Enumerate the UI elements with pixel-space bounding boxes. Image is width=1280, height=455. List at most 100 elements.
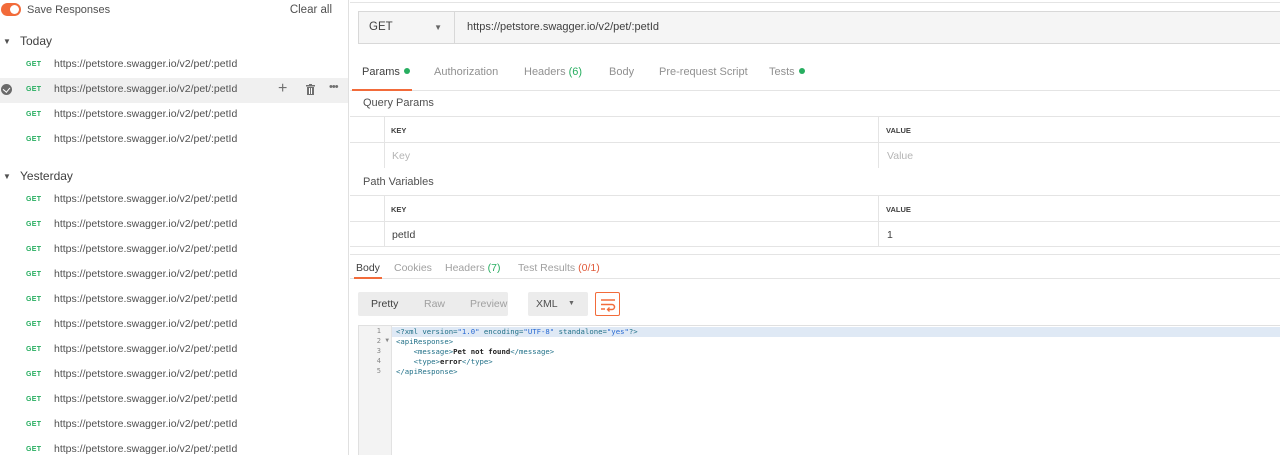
tab-authorization[interactable]: Authorization	[434, 66, 498, 78]
method-badge: GET	[26, 446, 42, 453]
history-item[interactable]: GET https://petstore.swagger.io/v2/pet/:p…	[0, 263, 348, 288]
history-item[interactable]: GET https://petstore.swagger.io/v2/pet/:…	[0, 53, 348, 78]
history-url: https://petstore.swagger.io/v2/pet/:petI…	[54, 218, 238, 230]
row-checkbox-cell	[350, 222, 385, 247]
tab-cookies[interactable]: Cookies	[394, 262, 432, 274]
history-item[interactable]: GET https://petstore.swagger.io/v2/pet/:…	[0, 103, 348, 128]
caret-down-icon: ▼	[3, 172, 11, 181]
history-url: https://petstore.swagger.io/v2/pet/:petI…	[54, 268, 238, 280]
row-checkbox-cell	[350, 117, 385, 142]
history-item[interactable]: GET https://petstore.swagger.io/v2/pet/:p…	[0, 438, 348, 455]
tab-body[interactable]: Body	[609, 66, 634, 78]
plus-icon[interactable]: +	[278, 80, 287, 98]
history-group-today[interactable]: ▼ Today	[0, 31, 348, 51]
pretty-button[interactable]: Pretty	[371, 298, 398, 310]
code-line: <message>Pet not found</message>	[413, 347, 555, 356]
wrap-lines-button[interactable]	[595, 292, 620, 316]
query-params-title: Query Params	[363, 97, 434, 109]
request-pane: GET ▼ https://petstore.swagger.io/v2/pet…	[350, 0, 1280, 455]
key-placeholder: Key	[392, 150, 411, 162]
active-tab-indicator	[352, 89, 412, 91]
format-select[interactable]: XML ▼	[528, 292, 588, 316]
line-number: 5	[376, 367, 381, 375]
tab-response-body[interactable]: Body	[356, 262, 380, 274]
value-placeholder: Value	[887, 150, 914, 162]
history-item[interactable]: GET https://petstore.swagger.io/v2/pet/:p…	[0, 238, 348, 263]
history-item[interactable]: GET https://petstore.swagger.io/v2/pet/:p…	[0, 213, 348, 238]
history-group-yesterday[interactable]: ▼ Yesterday	[0, 166, 348, 186]
caret-down-icon: ▼	[3, 37, 11, 46]
tab-label: Tests	[769, 66, 795, 78]
sidebar-toolbar: Save Responses Clear all	[0, 0, 348, 22]
run-check-icon[interactable]	[1, 84, 12, 95]
tab-label: Test Results	[518, 262, 576, 274]
method-badge: GET	[26, 221, 42, 228]
table-row: Key Value	[350, 142, 1280, 168]
value-input[interactable]: Value	[880, 143, 1280, 168]
line-number: 2 ▼	[376, 337, 389, 345]
path-variable-key: petId	[392, 229, 416, 241]
history-url: https://petstore.swagger.io/v2/pet/:petI…	[54, 443, 238, 455]
status-dot	[403, 68, 410, 74]
tab-params[interactable]: Params	[362, 66, 410, 78]
method-badge: GET	[26, 371, 42, 378]
method-select[interactable]: GET ▼	[359, 12, 455, 43]
history-item[interactable]: GET https://petstore.swagger.io/v2/pet/:p…	[0, 188, 348, 213]
history-item[interactable]: GET https://petstore.swagger.io/v2/pet/:p…	[0, 363, 348, 388]
method-badge: GET	[26, 136, 42, 143]
row-checkbox-cell	[350, 196, 385, 221]
code-line: <apiResponse>	[396, 337, 454, 346]
more-icon[interactable]: •••	[329, 81, 339, 93]
tab-prerequest-script[interactable]: Pre-request Script	[659, 66, 748, 78]
status-dot	[798, 68, 805, 74]
method-badge: GET	[26, 271, 42, 278]
fold-caret-icon[interactable]: ▼	[385, 337, 389, 344]
row-checkbox-cell[interactable]	[350, 143, 385, 168]
group-title: Today	[20, 34, 53, 48]
line-number-gutter: 1 2 ▼ 3 4 5	[359, 326, 392, 455]
url-input[interactable]: https://petstore.swagger.io/v2/pet/:petI…	[467, 21, 659, 33]
save-responses-toggle[interactable]	[1, 3, 21, 16]
history-url: https://petstore.swagger.io/v2/pet/:petI…	[54, 108, 238, 120]
history-item[interactable]: GET https://petstore.swagger.io/v2/pet/:p…	[0, 338, 348, 363]
tab-test-results[interactable]: Test Results (0/1)	[518, 262, 600, 274]
view-mode-group: Pretty Raw Preview	[358, 292, 508, 316]
tab-strip	[350, 0, 1280, 3]
value-header: VALUE	[886, 205, 911, 214]
code-line: <?xml version="1.0" encoding="UTF-8" sta…	[396, 327, 638, 336]
history-url: https://petstore.swagger.io/v2/pet/:petI…	[54, 343, 238, 355]
clear-all-button[interactable]: Clear all	[290, 4, 332, 16]
value-input[interactable]: 1	[880, 222, 1280, 247]
method-badge: GET	[26, 196, 42, 203]
key-cell: petId	[385, 222, 879, 247]
history-item[interactable]: GET https://petstore.swagger.io/v2/pet/:p…	[0, 388, 348, 413]
history-item[interactable]: GET https://petstore.swagger.io/v2/pet/:p…	[0, 313, 348, 338]
tab-tests[interactable]: Tests	[769, 66, 805, 78]
history-url: https://petstore.swagger.io/v2/pet/:petI…	[54, 293, 238, 305]
history-item[interactable]: GET https://petstore.swagger.io/v2/pet/:p…	[0, 288, 348, 313]
method-badge: GET	[26, 346, 42, 353]
table-header-row: KEY VALUE	[350, 195, 1280, 221]
trash-icon[interactable]	[306, 83, 315, 98]
method-badge: GET	[26, 246, 42, 253]
history-url: https://petstore.swagger.io/v2/pet/:petI…	[54, 318, 238, 330]
key-input[interactable]: Key	[385, 143, 879, 168]
count-badge: (6)	[568, 66, 583, 78]
raw-button[interactable]: Raw	[424, 298, 445, 310]
line-number: 3	[376, 347, 381, 355]
method-badge: GET	[26, 86, 42, 93]
value-header-cell: VALUE	[880, 117, 1280, 142]
save-responses-label: Save Responses	[27, 4, 111, 16]
response-body-editor[interactable]: 1 2 ▼ 3 4 5 <?xml version="1.0" encoding=…	[358, 325, 1280, 455]
history-item[interactable]: GET https://petstore.swagger.io/v2/pet/:p…	[0, 413, 348, 438]
tab-response-headers[interactable]: Headers (7)	[445, 262, 500, 274]
history-item[interactable]: GET https://petstore.swagger.io/v2/pet/:…	[0, 78, 348, 103]
method-badge: GET	[26, 111, 42, 118]
tab-headers[interactable]: Headers (6)	[524, 66, 582, 78]
format-value: XML	[536, 298, 558, 310]
request-url-bar: GET ▼ https://petstore.swagger.io/v2/pet…	[358, 11, 1280, 44]
history-item[interactable]: GET https://petstore.swagger.io/v2/pet/:…	[0, 128, 348, 153]
count-badge: (0/1)	[578, 262, 600, 274]
preview-button[interactable]: Preview	[470, 298, 507, 310]
key-header-cell: KEY	[385, 196, 879, 221]
